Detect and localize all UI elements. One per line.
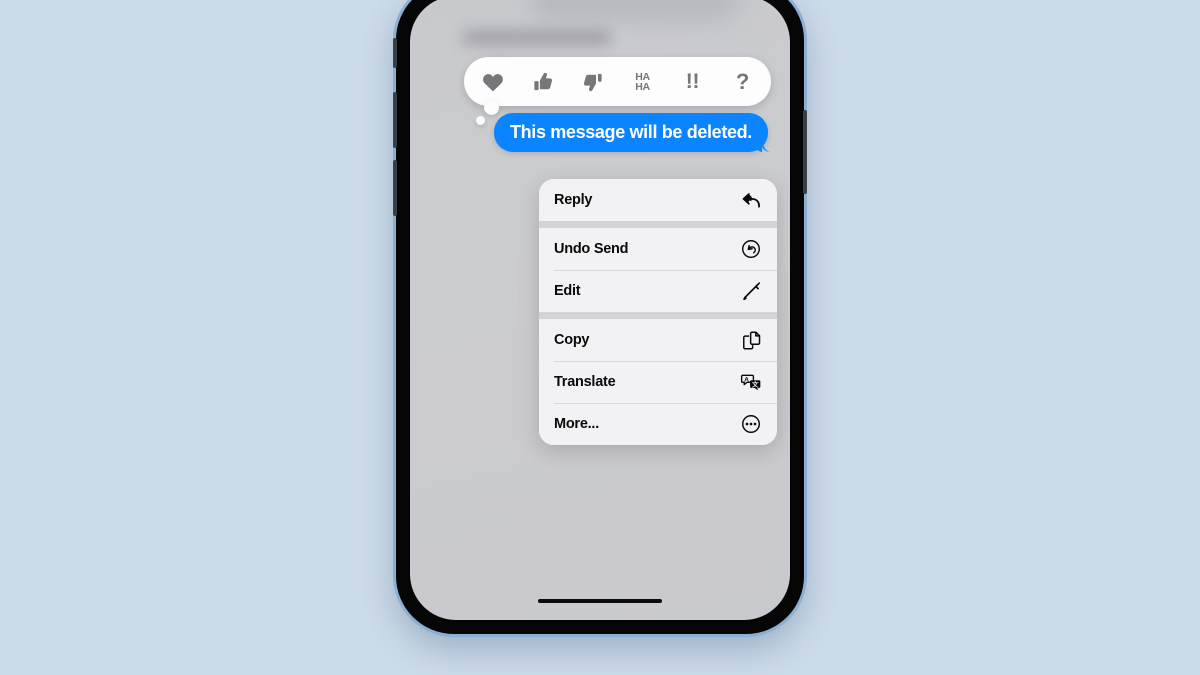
context-menu-divider-2 — [539, 312, 777, 319]
tapback-reaction-bar[interactable]: HA HA !! ? — [464, 57, 771, 106]
menu-item-edit-label: Edit — [554, 283, 581, 299]
translate-icon: A 文 — [740, 371, 762, 393]
exclamation-label: !! — [685, 70, 700, 93]
redacted-message-blur — [462, 30, 612, 45]
menu-item-translate[interactable]: Translate A 文 — [539, 361, 777, 403]
message-text: This message will be deleted. — [510, 122, 752, 142]
thumbs-down-icon[interactable] — [580, 67, 605, 97]
thumbs-up-icon[interactable] — [530, 67, 555, 97]
menu-item-edit[interactable]: Edit — [539, 270, 777, 312]
reply-arrow-icon — [740, 189, 762, 211]
svg-text:文: 文 — [752, 379, 759, 388]
undo-circle-icon — [740, 238, 762, 260]
context-menu-group-2: Undo Send Edit — [539, 228, 777, 312]
menu-item-more-label: More... — [554, 416, 599, 432]
phone-screen: HA HA !! ? This message will be deleted. — [410, 0, 790, 620]
context-menu-divider-1 — [539, 221, 777, 228]
message-bubble[interactable]: This message will be deleted. — [494, 113, 770, 152]
question-mark-icon[interactable]: ? — [730, 67, 755, 97]
copy-documents-icon — [740, 329, 762, 351]
bubble-tail-icon — [754, 132, 773, 152]
power-button[interactable] — [803, 110, 807, 194]
menu-item-undo-send-label: Undo Send — [554, 241, 629, 257]
redacted-header-blur — [530, 0, 740, 20]
tapback-tail-dot-small — [476, 116, 485, 125]
exclamation-icon[interactable]: !! — [680, 67, 705, 97]
context-menu-group-3: Copy Translate A 文 More... — [539, 319, 777, 445]
question-label: ? — [735, 68, 750, 94]
svg-text:A: A — [744, 376, 749, 383]
menu-item-translate-label: Translate — [554, 374, 616, 390]
silent-switch[interactable] — [393, 38, 397, 68]
menu-item-reply-label: Reply — [554, 192, 593, 208]
menu-item-undo-send[interactable]: Undo Send — [539, 228, 777, 270]
haha-line-2: HA — [635, 80, 650, 93]
menu-item-copy[interactable]: Copy — [539, 319, 777, 361]
menu-item-reply[interactable]: Reply — [539, 179, 777, 221]
menu-item-more[interactable]: More... — [539, 403, 777, 445]
volume-down-button[interactable] — [393, 160, 397, 216]
pencil-icon — [740, 280, 762, 302]
haha-icon[interactable]: HA HA — [630, 67, 655, 97]
heart-icon[interactable] — [480, 67, 505, 97]
haha-line-1: HA — [635, 70, 650, 83]
message-context-menu[interactable]: Reply Undo Send Edit Copy Translate A 文 … — [539, 179, 777, 445]
menu-item-copy-label: Copy — [554, 332, 590, 348]
ellipsis-circle-icon — [740, 413, 762, 435]
volume-up-button[interactable] — [393, 92, 397, 148]
screenshot-stage: HA HA !! ? This message will be deleted. — [0, 0, 1200, 675]
context-menu-group-1: Reply — [539, 179, 777, 221]
iphone-device-frame: HA HA !! ? This message will be deleted. — [393, 0, 807, 634]
home-indicator — [538, 598, 662, 603]
outgoing-message[interactable]: This message will be deleted. — [494, 113, 770, 152]
